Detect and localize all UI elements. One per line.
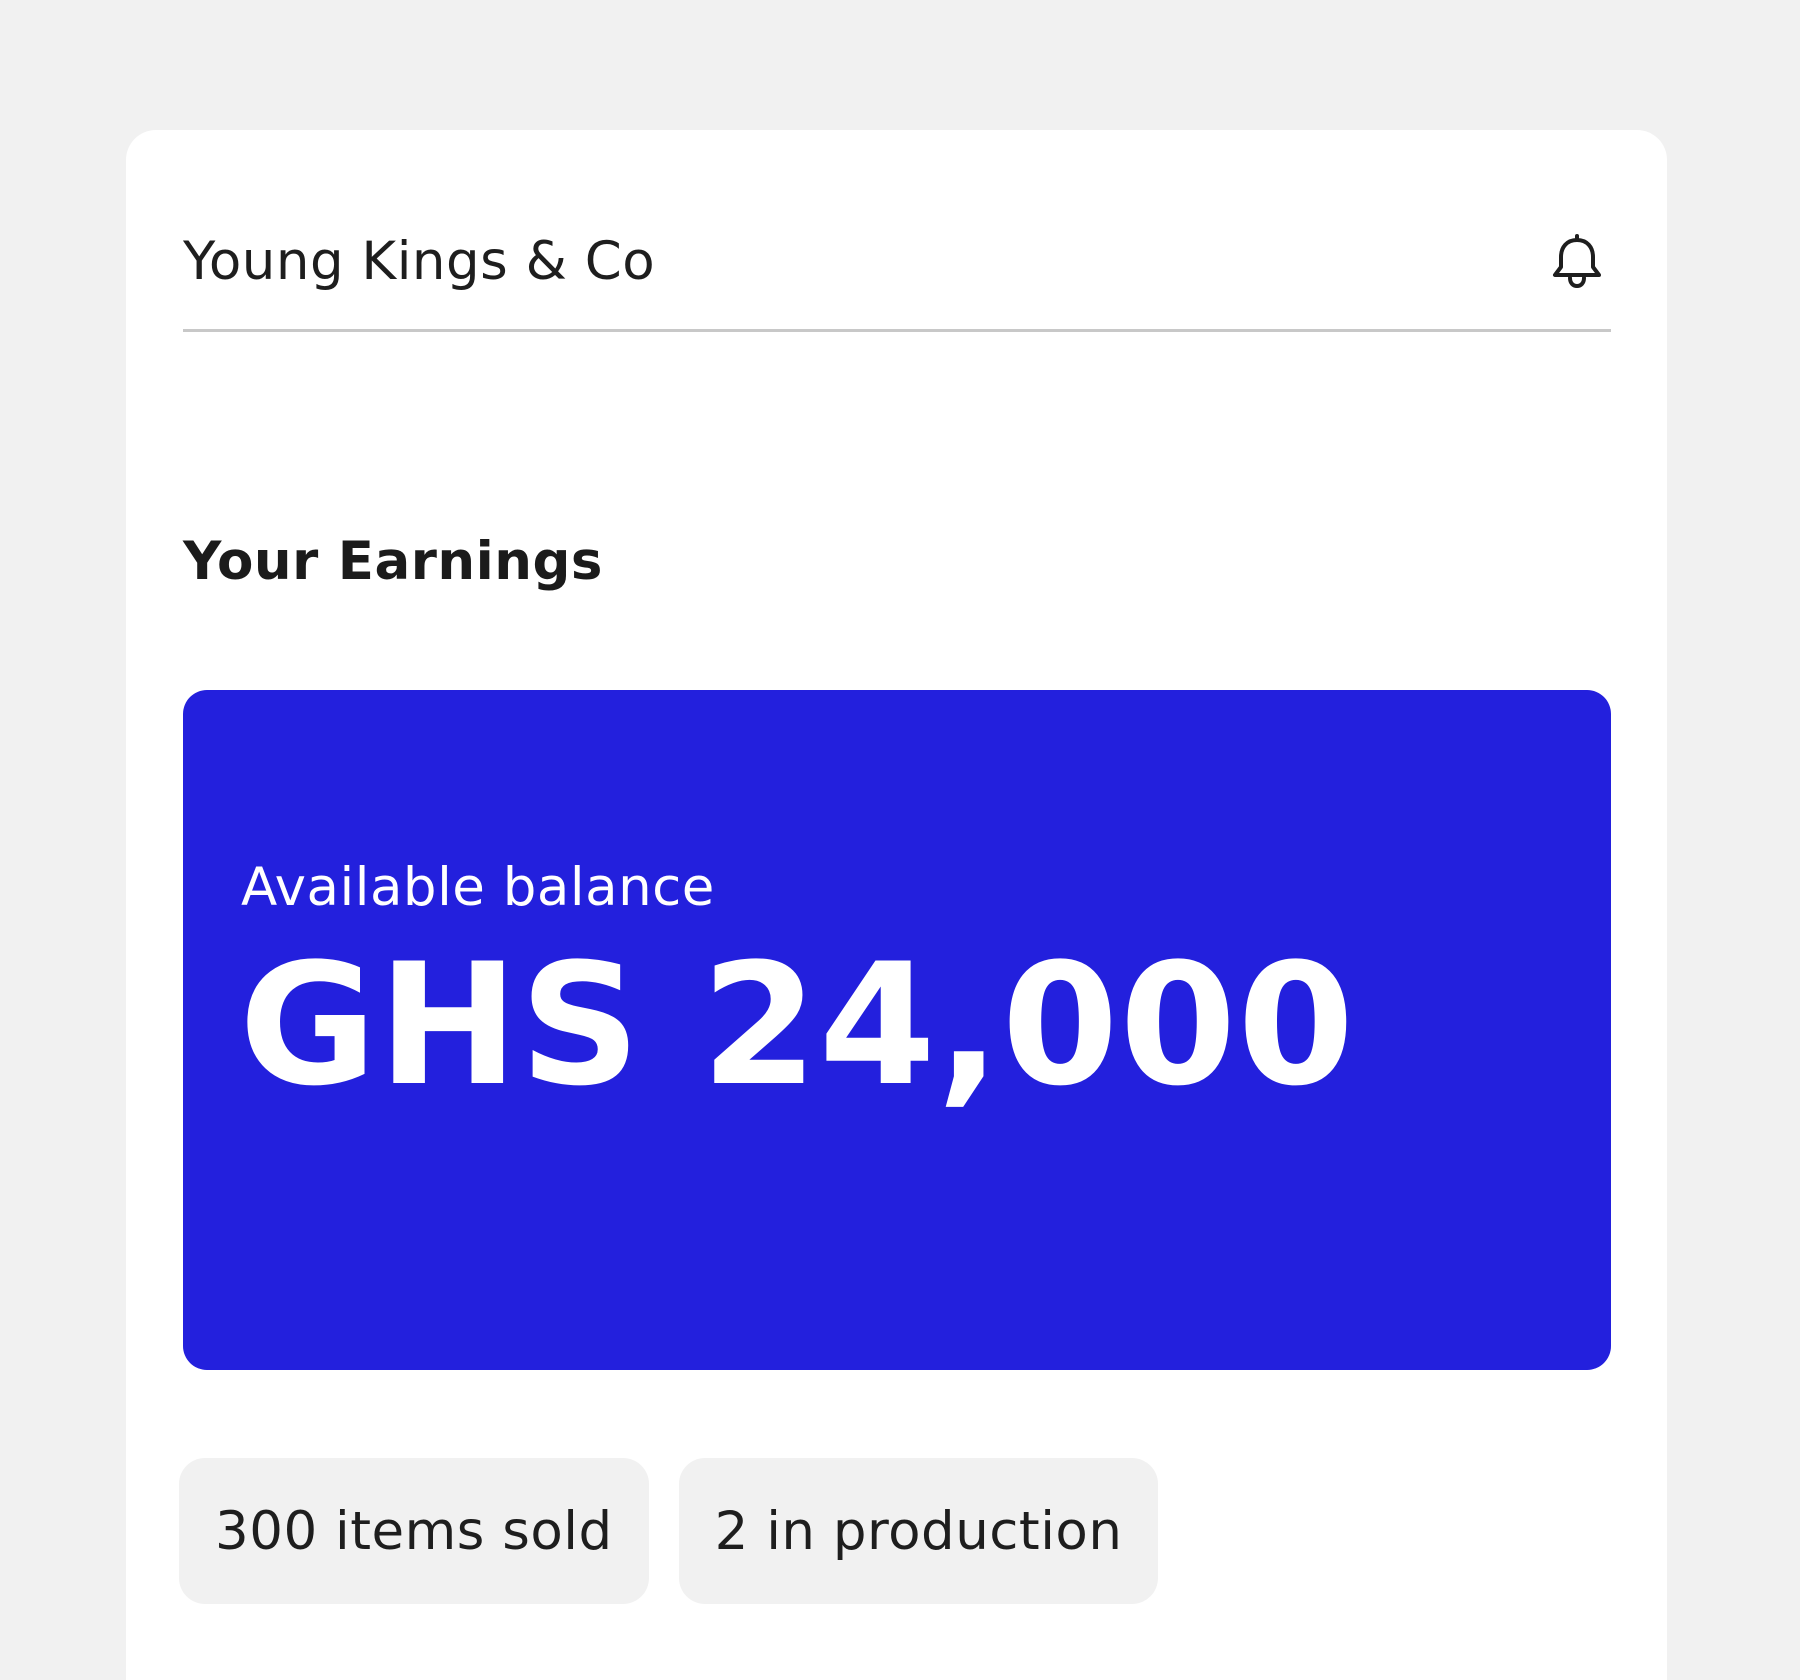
stats-row: 300 items sold 2 in production [179,1458,1159,1604]
earnings-title: Your Earnings [183,531,603,592]
in-production-chip[interactable]: 2 in production [678,1458,1159,1604]
app-header: Young Kings & Co [183,130,1611,332]
balance-label: Available balance [241,857,715,918]
company-name: Young Kings & Co [183,231,656,292]
items-sold-chip[interactable]: 300 items sold [179,1458,649,1604]
dashboard-card: Young Kings & Co Your Earnings Available… [126,130,1667,1680]
bell-icon[interactable] [1550,234,1604,290]
balance-amount: GHS 24,000 [239,927,1356,1123]
balance-card[interactable]: Available balance GHS 24,000 [183,690,1611,1370]
